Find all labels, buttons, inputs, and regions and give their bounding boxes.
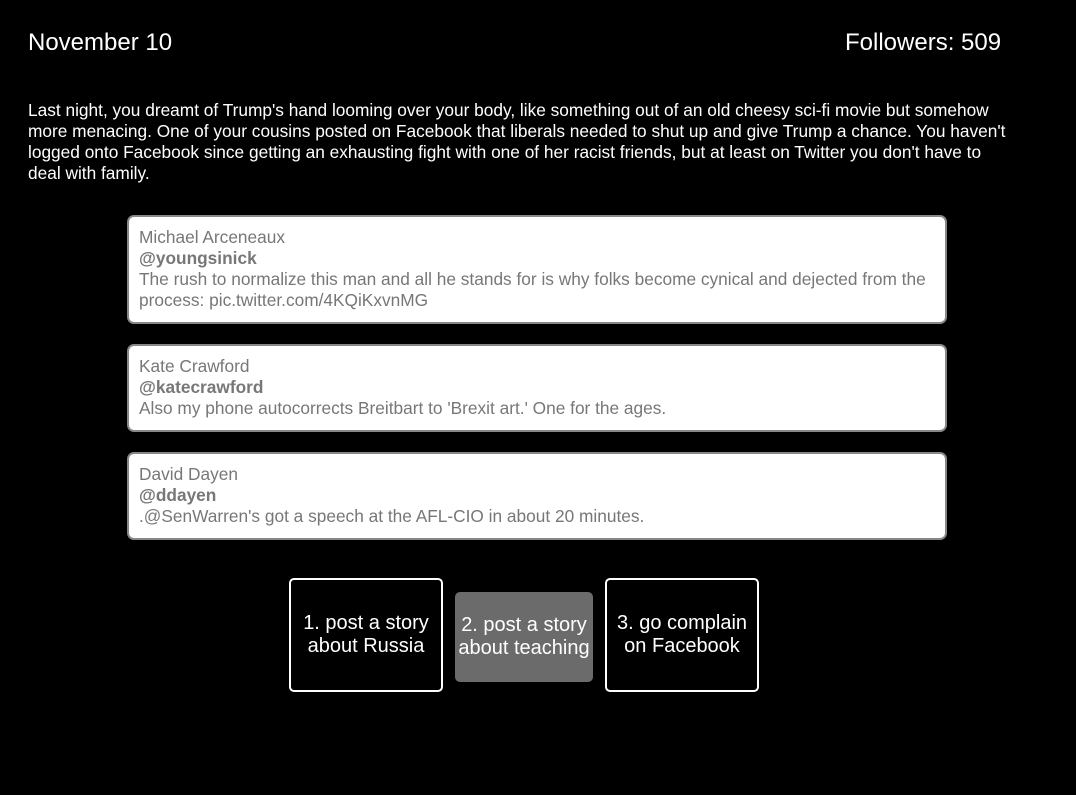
tweet-card: David Dayen @ddayen .@SenWarren's got a … [127, 452, 947, 540]
choice-label: 2. post a story about teaching [458, 614, 590, 659]
choice-button-facebook[interactable]: 3. go complain on Facebook [605, 578, 759, 692]
choice-button-russia[interactable]: 1. post a story about Russia [289, 578, 443, 692]
tweet-author: Michael Arceneaux [139, 227, 286, 247]
tweet-text: The rush to normalize this man and all h… [139, 269, 926, 310]
tweet-author: Kate Crawford [139, 356, 250, 376]
tweet-text: .@SenWarren's got a speech at the AFL-CI… [139, 506, 645, 526]
tweet-handle: @katecrawford [139, 377, 264, 397]
tweet-card: Kate Crawford @katecrawford Also my phon… [127, 344, 947, 432]
tweet-handle: @youngsinick [139, 248, 257, 268]
choice-label: 3. go complain on Facebook [616, 612, 748, 657]
choice-button-teaching[interactable]: 2. post a story about teaching [455, 592, 593, 682]
tweet-author: David Dayen [139, 464, 238, 484]
story-narrative: Last night, you dreamt of Trump's hand l… [28, 100, 1006, 183]
date-label: November 10 [28, 29, 173, 56]
tweet-text: Also my phone autocorrects Breitbart to … [139, 398, 667, 418]
followers-count: Followers: 509 [845, 29, 1002, 56]
tweet-handle: @ddayen [139, 485, 217, 505]
game-screen: November 10 Followers: 509 Last night, y… [0, 0, 1076, 795]
choice-label: 1. post a story about Russia [303, 612, 429, 657]
tweet-card: Michael Arceneaux @youngsinick The rush … [127, 215, 947, 324]
